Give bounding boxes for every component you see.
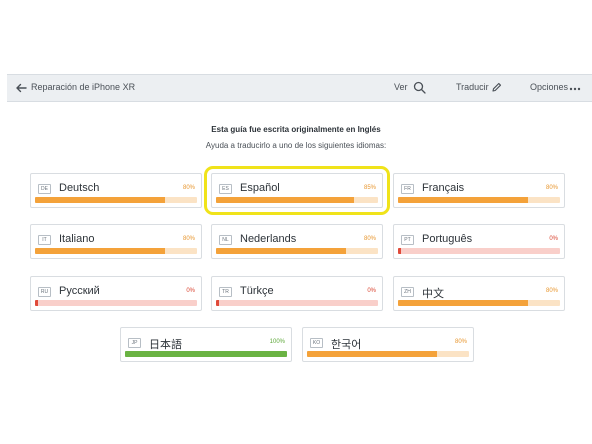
- translation-progress-fill: [398, 300, 528, 306]
- language-name: 한국어: [331, 339, 362, 351]
- translation-progress-fill: [216, 197, 354, 203]
- language-code-badge: ES: [219, 184, 232, 194]
- breadcrumb-guide-title[interactable]: Reparación de iPhone XR: [31, 82, 135, 92]
- back-arrow-icon[interactable]: [14, 81, 28, 95]
- language-code-badge: JP: [128, 338, 141, 348]
- translation-progress-bar: [125, 351, 287, 357]
- language-card-zh[interactable]: ZH 中文 80%: [393, 276, 565, 311]
- language-card-jp[interactable]: JP 日本語 100%: [120, 327, 292, 362]
- language-name: Nederlands: [240, 233, 297, 245]
- translation-percent: 0%: [549, 236, 558, 242]
- language-name: Deutsch: [59, 182, 100, 194]
- language-card-ko[interactable]: KO 한국어 80%: [302, 327, 474, 362]
- translation-progress-fill: [35, 248, 165, 254]
- language-code-badge: KO: [310, 338, 323, 348]
- translation-progress-fill: [398, 197, 528, 203]
- translation-progress-bar: [35, 248, 197, 254]
- translation-progress-bar: [35, 300, 197, 306]
- translate-button[interactable]: Traducir: [456, 82, 489, 92]
- translation-percent: 0%: [367, 288, 376, 294]
- language-code-badge: IT: [38, 235, 51, 245]
- translation-percent: 80%: [182, 236, 195, 242]
- translation-progress-fill: [216, 300, 220, 306]
- translation-progress-bar: [307, 351, 469, 357]
- original-language-notice: Esta guía fue escrita originalmente en I…: [211, 125, 381, 134]
- language-name: Русский: [59, 285, 100, 297]
- translation-progress-fill: [35, 300, 39, 306]
- translate-prompt: Ayuda a traducirlo a uno de los siguient…: [205, 141, 387, 150]
- translation-progress-fill: [35, 197, 165, 203]
- translation-progress-fill: [307, 351, 437, 357]
- language-card-nl[interactable]: NL Nederlands 80%: [211, 224, 383, 259]
- pencil-icon[interactable]: [491, 82, 502, 93]
- language-code-badge: FR: [401, 184, 414, 194]
- options-button[interactable]: Opciones: [530, 82, 568, 92]
- translation-percent: 80%: [545, 288, 558, 294]
- language-name: 中文: [422, 288, 444, 300]
- language-name: Português: [422, 233, 473, 245]
- translation-percent: 100%: [269, 339, 285, 345]
- guide-toolbar: Reparación de iPhone XR Ver Traducir Opc…: [7, 74, 592, 102]
- translation-percent: 80%: [363, 236, 376, 242]
- language-code-badge: TR: [219, 287, 232, 297]
- language-card-es[interactable]: ES Español 85%: [204, 166, 390, 215]
- translation-progress-bar: [216, 197, 378, 203]
- translation-progress-fill: [398, 248, 402, 254]
- language-code-badge: PT: [401, 235, 414, 245]
- translation-progress-bar: [398, 300, 560, 306]
- translation-progress-bar: [398, 197, 560, 203]
- translation-progress-bar: [398, 248, 560, 254]
- translation-percent: 85%: [363, 185, 376, 191]
- translation-progress-bar: [35, 197, 197, 203]
- language-name: Français: [422, 182, 465, 194]
- more-dots-icon[interactable]: [569, 87, 581, 91]
- translation-progress-fill: [216, 248, 346, 254]
- translation-percent: 0%: [186, 288, 195, 294]
- language-card-tr[interactable]: TR Türkçe 0%: [211, 276, 383, 311]
- translation-progress-bar: [216, 248, 378, 254]
- translation-progress-fill: [125, 351, 287, 357]
- language-name: Türkçe: [240, 285, 274, 297]
- language-name: Italiano: [59, 233, 95, 245]
- language-name: 日本語: [149, 339, 182, 351]
- view-button[interactable]: Ver: [394, 82, 408, 92]
- language-card-pt[interactable]: PT Português 0%: [393, 224, 565, 259]
- translation-progress-bar: [216, 300, 378, 306]
- language-card-it[interactable]: IT Italiano 80%: [30, 224, 202, 259]
- language-code-badge: DE: [38, 184, 51, 194]
- language-card-fr[interactable]: FR Français 80%: [393, 173, 565, 208]
- language-card-de[interactable]: DE Deutsch 80%: [30, 173, 202, 208]
- translation-percent: 80%: [545, 185, 558, 191]
- language-code-badge: NL: [219, 235, 232, 245]
- language-code-badge: RU: [38, 287, 51, 297]
- language-code-badge: ZH: [401, 287, 414, 297]
- language-card-ru[interactable]: RU Русский 0%: [30, 276, 202, 311]
- search-icon[interactable]: [413, 81, 426, 94]
- translation-percent: 80%: [182, 185, 195, 191]
- translation-percent: 80%: [454, 339, 467, 345]
- language-name: Español: [240, 182, 280, 194]
